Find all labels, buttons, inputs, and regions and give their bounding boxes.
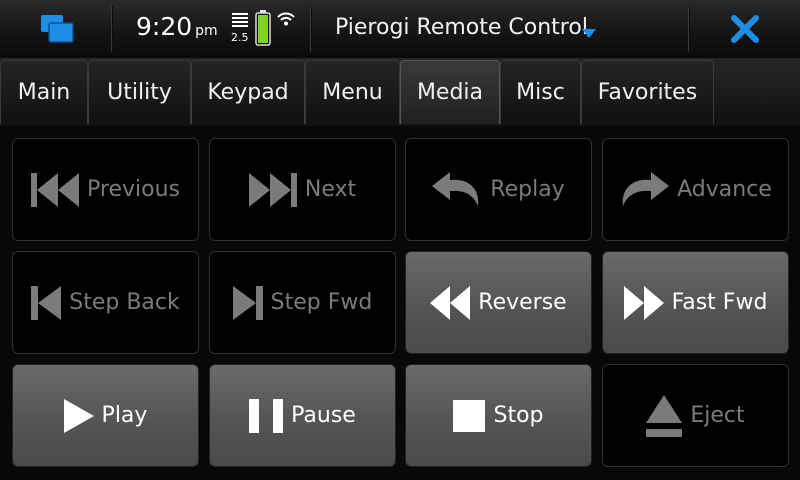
button-label: Previous bbox=[87, 177, 180, 202]
stop-icon bbox=[453, 399, 486, 432]
eject-button[interactable]: Eject bbox=[602, 364, 789, 467]
clock-ampm: pm bbox=[195, 23, 218, 39]
tab-favorites[interactable]: Favorites bbox=[581, 60, 714, 124]
button-label: Advance bbox=[677, 177, 772, 202]
pause-button[interactable]: Pause bbox=[209, 364, 396, 467]
previous-icon bbox=[31, 172, 79, 207]
button-label: Step Back bbox=[69, 290, 180, 315]
clock-time: 9:20 bbox=[136, 12, 193, 41]
media-controls-panel: Previous Next Replay Advance Step Back S… bbox=[0, 126, 800, 480]
replay-icon bbox=[432, 171, 482, 208]
tab-label: Utility bbox=[107, 80, 172, 105]
battery-level-text: 2.5 bbox=[231, 31, 249, 44]
tab-media[interactable]: Media bbox=[400, 60, 500, 124]
battery-level-indicator: 2.5 bbox=[231, 13, 249, 44]
tab-label: Misc bbox=[516, 80, 565, 105]
tab-keypad[interactable]: Keypad bbox=[191, 60, 305, 124]
status-bar: 9:20 pm 2.5 Pierogi Remote Control bbox=[0, 0, 800, 59]
step-back-icon bbox=[31, 285, 62, 320]
tab-bar: Main Utility Keypad Menu Media Misc Favo… bbox=[0, 58, 800, 127]
tab-label: Media bbox=[416, 80, 484, 105]
stop-button[interactable]: Stop bbox=[405, 364, 592, 467]
previous-button[interactable]: Previous bbox=[12, 138, 199, 241]
button-label: Stop bbox=[493, 403, 544, 428]
tab-label: Menu bbox=[322, 80, 383, 105]
advance-icon bbox=[619, 171, 670, 208]
tab-menu[interactable]: Menu bbox=[305, 60, 400, 124]
reverse-icon bbox=[430, 285, 471, 320]
next-button[interactable]: Next bbox=[209, 138, 396, 241]
advance-button[interactable]: Advance bbox=[602, 138, 789, 241]
reverse-button[interactable]: Reverse bbox=[405, 251, 592, 354]
button-label: Next bbox=[304, 177, 357, 202]
clock: 9:20 pm bbox=[136, 12, 218, 41]
fast-fwd-icon bbox=[623, 285, 664, 320]
task-switcher-button[interactable] bbox=[0, 0, 112, 58]
tab-misc[interactable]: Misc bbox=[500, 60, 581, 124]
dropdown-arrow-icon bbox=[582, 24, 596, 43]
step-back-button[interactable]: Step Back bbox=[12, 251, 199, 354]
tab-label: Keypad bbox=[207, 80, 289, 105]
tab-label: Favorites bbox=[597, 80, 698, 105]
pause-icon bbox=[249, 398, 284, 433]
replay-button[interactable]: Replay bbox=[405, 138, 592, 241]
app-title-menu[interactable]: Pierogi Remote Control bbox=[312, 0, 688, 58]
button-label: Eject bbox=[690, 403, 745, 428]
step-fwd-icon bbox=[232, 285, 263, 320]
play-button[interactable]: Play bbox=[12, 364, 199, 467]
step-fwd-button[interactable]: Step Fwd bbox=[209, 251, 396, 354]
task-switcher-icon bbox=[40, 14, 74, 48]
button-label: Step Fwd bbox=[270, 290, 373, 315]
tab-utility[interactable]: Utility bbox=[88, 60, 191, 124]
button-label: Fast Fwd bbox=[671, 290, 768, 315]
eject-icon bbox=[646, 394, 683, 437]
button-label: Reverse bbox=[478, 290, 567, 315]
wifi-icon bbox=[275, 10, 297, 32]
play-icon bbox=[63, 398, 94, 433]
button-label: Replay bbox=[490, 177, 565, 202]
button-label: Play bbox=[101, 403, 148, 428]
next-icon bbox=[248, 172, 297, 207]
signal-bars-icon bbox=[232, 13, 248, 27]
close-icon bbox=[730, 14, 760, 48]
button-label: Pause bbox=[291, 403, 356, 428]
battery-icon bbox=[255, 10, 271, 50]
tab-label: Main bbox=[17, 80, 71, 105]
tab-main[interactable]: Main bbox=[0, 60, 88, 124]
close-button[interactable] bbox=[690, 0, 800, 58]
fast-fwd-button[interactable]: Fast Fwd bbox=[602, 251, 789, 354]
app-title: Pierogi Remote Control bbox=[335, 15, 588, 40]
